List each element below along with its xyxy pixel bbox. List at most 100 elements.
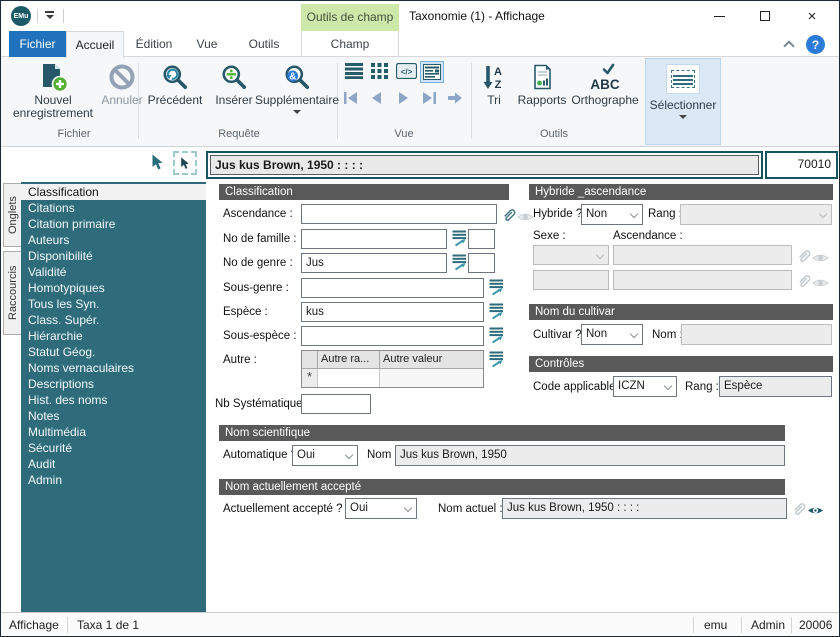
search-additional-icon: & [283,60,311,94]
genre-input[interactable]: Jus [301,253,447,273]
sidebar-item-class-super[interactable]: Class. Supér. [21,312,206,328]
lookup-list-icon[interactable] [488,351,505,368]
automatique-dropdown[interactable]: Oui [292,445,358,466]
lookup-list-icon[interactable] [451,230,468,247]
view-form-button[interactable] [420,61,444,83]
search-additional-button[interactable]: & Supplémentaire [255,60,339,114]
nav-previous-button[interactable] [369,91,385,108]
actuellement-accepte-label: Actuellement accepté ? [223,503,343,515]
section-header-hybride: Hybride _ascendance [529,184,833,200]
group-label-requete: Requête [218,128,260,140]
lookup-list-icon[interactable] [488,303,505,320]
sidebar-item-audit[interactable]: Audit [21,456,206,472]
sidebar-item-classification[interactable]: Classification [21,184,206,200]
autre-label: Autre : [223,354,257,366]
genre-aux-box[interactable] [468,253,495,273]
pointer-icon[interactable] [151,154,164,174]
sidebar-item-hierarchie[interactable]: Hiérarchie [21,328,206,344]
maximize-button[interactable] [742,1,788,31]
attach-icon[interactable] [500,206,517,223]
select-button[interactable]: Sélectionner [645,58,721,145]
hybride-label: Hybride ? [533,208,583,220]
lookup-list-icon[interactable] [451,254,468,271]
new-record-button[interactable]: Nouvel enregistrement [7,60,99,120]
sidebar-item-hist-des-noms[interactable]: Hist. des noms [21,392,206,408]
cultivar-dropdown[interactable]: Non [581,324,643,345]
sous-genre-label: Sous-genre : [223,282,289,294]
sidebar-item-citations[interactable]: Citations [21,200,206,216]
tab-accueil[interactable]: Accueil [66,31,124,58]
help-button[interactable]: ? [806,35,825,54]
sidebar-item-securite[interactable]: Sécurité [21,440,206,456]
sous-genre-input[interactable] [301,278,484,298]
new-row-marker-icon: * [302,369,318,387]
sidebar-item-statut-geog[interactable]: Statut Géog. [21,344,206,360]
sidebar-item-notes[interactable]: Notes [21,408,206,424]
grid-cell[interactable] [318,369,380,387]
view-list-button[interactable] [345,63,363,82]
quick-access-dropdown-icon[interactable] [45,11,54,19]
nav-last-button[interactable] [421,91,437,108]
sexe-label: Sexe : [533,230,566,242]
sidebar-item-auteurs[interactable]: Auteurs [21,232,206,248]
sidebar-item-multimedia[interactable]: Multimédia [21,424,206,440]
search-additional-label: Supplémentaire [254,93,340,107]
view-grid-button[interactable] [371,63,388,82]
ascendance-input[interactable] [301,204,497,224]
lookup-list-icon[interactable] [488,279,505,296]
sidebar-item-tous-les-syn[interactable]: Tous les Syn. [21,296,206,312]
minimize-button[interactable] [696,1,742,31]
tab-outils[interactable]: Outils [237,31,291,57]
sous-espece-input[interactable] [301,326,484,346]
vertical-tab-raccourcis[interactable]: Raccourcis [3,251,22,335]
nav-goto-button[interactable] [447,91,463,108]
nav-first-button[interactable] [343,91,359,108]
collapse-ribbon-icon[interactable] [783,40,795,52]
nb-systematique-input[interactable] [301,394,371,414]
record-number-field[interactable]: 70010 [765,151,838,179]
tab-fichier[interactable]: Fichier [9,31,66,57]
nav-next-button[interactable] [395,91,411,108]
sidebar-item-disponibilite[interactable]: Disponibilité [21,248,206,264]
sidebar-item-validite[interactable]: Validité [21,264,206,280]
chevron-down-icon [818,209,828,219]
dropdown-caret-icon [679,115,687,119]
code-applicable-dropdown[interactable]: ICZN [613,376,677,397]
lookup-list-icon[interactable] [488,327,505,344]
status-role: Admin [751,618,786,632]
select-mode-icon[interactable] [173,151,197,175]
svg-text:&: & [289,71,296,82]
grid-cell[interactable] [380,369,483,387]
spelling-button[interactable]: ABC Orthographe [571,60,639,107]
close-button[interactable]: × [788,1,836,31]
sidebar-item-noms-vernaculaires[interactable]: Noms vernaculaires [21,360,206,376]
search-insert-button[interactable]: Insérer [209,60,259,107]
record-summary-field[interactable]: Jus kus Brown, 1950 : : : : [206,151,763,179]
attach-icon[interactable] [790,500,807,517]
sidebar-item-citation-primaire[interactable]: Citation primaire [21,216,206,232]
autre-grid-row[interactable]: * [302,369,483,387]
famille-aux-box[interactable] [468,229,495,249]
vertical-tab-onglets[interactable]: Onglets [3,183,22,247]
search-previous-button[interactable]: Précédent [143,60,207,107]
status-port: 20006 [799,618,833,632]
view-record-eye-icon[interactable] [517,208,534,225]
actuellement-accepte-dropdown[interactable]: Oui [345,498,417,519]
famille-input[interactable] [301,229,447,249]
hybride-dropdown[interactable]: Non [581,204,643,225]
espece-input[interactable]: kus [301,302,484,322]
tab-vue[interactable]: Vue [187,31,227,57]
cancel-button[interactable]: Annuler [99,60,145,107]
sidebar-item-homotypiques[interactable]: Homotypiques [21,280,206,296]
sidebar-item-admin[interactable]: Admin [21,472,206,488]
tab-edition[interactable]: Édition [127,31,181,57]
view-code-button[interactable]: </> [395,62,418,82]
autre-grid[interactable]: Autre ra... Autre valeur * [301,350,484,388]
sous-espece-label: Sous-espèce : [223,330,297,342]
view-record-eye-icon[interactable] [807,502,824,519]
sidebar-item-descriptions[interactable]: Descriptions [21,376,206,392]
sort-button[interactable]: A Z Tri [477,60,511,107]
tab-champ[interactable]: Champ [301,31,399,57]
search-insert-label: Insérer [215,93,253,107]
reports-button[interactable]: Rapports [513,60,571,107]
